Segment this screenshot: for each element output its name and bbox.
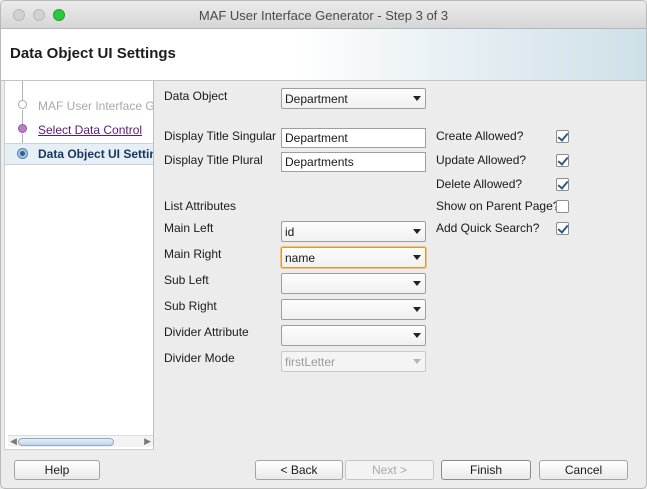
title-bar: MAF User Interface Generator - Step 3 of… (1, 1, 646, 29)
scroll-right-arrow-icon[interactable]: ▶ (144, 436, 151, 447)
update-allowed-label: Update Allowed? (436, 153, 527, 167)
sub-left-select[interactable] (281, 273, 426, 294)
data-object-select[interactable]: Department (281, 88, 426, 109)
main-left-value: id (285, 225, 295, 239)
back-button[interactable]: < Back (255, 460, 343, 480)
main-left-select[interactable]: id (281, 221, 426, 242)
chevron-down-icon (413, 359, 421, 364)
steps-horizontal-scrollbar[interactable]: ◀ ▶ (8, 435, 153, 447)
chevron-down-icon (413, 333, 421, 338)
divider-attribute-select[interactable] (281, 325, 426, 346)
main-left-label: Main Left (164, 221, 214, 235)
display-title-singular-input[interactable]: Department (281, 128, 426, 148)
wizard-window: MAF User Interface Generator - Step 3 of… (0, 0, 647, 489)
show-on-parent-page-label: Show on Parent Page? (436, 199, 560, 213)
step-maf-user-interface-generator[interactable]: MAF User Interface Ge (5, 95, 154, 117)
delete-allowed-checkbox[interactable] (556, 178, 569, 191)
step-node-icon (18, 124, 27, 133)
divider-mode-value: firstLetter (285, 355, 336, 369)
add-quick-search-checkbox[interactable] (556, 222, 569, 235)
cancel-button-label: Cancel (564, 463, 603, 477)
help-button-label: Help (44, 463, 70, 477)
data-object-label: Data Object (164, 89, 228, 103)
chevron-down-icon (413, 307, 421, 312)
divider-attribute-label: Divider Attribute (164, 325, 249, 339)
step-node-icon (18, 100, 27, 109)
step-label: Data Object UI Settin (38, 147, 154, 161)
main-right-label: Main Right (164, 247, 222, 261)
page-header: Data Object UI Settings (1, 29, 646, 81)
finish-button-label: Finish (469, 463, 502, 477)
settings-form: Data Object Department Display Title Sin… (156, 81, 646, 451)
back-button-label: < Back (280, 463, 318, 477)
sub-right-label: Sub Right (164, 299, 217, 313)
display-title-singular-label: Display Title Singular (164, 129, 277, 143)
scrollbar-thumb[interactable] (18, 438, 114, 446)
next-button-label: Next > (371, 463, 407, 477)
create-allowed-label: Create Allowed? (436, 129, 524, 143)
chevron-down-icon (413, 281, 421, 286)
step-data-object-ui-settings[interactable]: Data Object UI Settin (5, 143, 154, 165)
create-allowed-checkbox[interactable] (556, 130, 569, 143)
chevron-down-icon (413, 96, 421, 101)
display-title-plural-input[interactable]: Departments (281, 152, 426, 172)
main-right-select[interactable]: name (281, 247, 426, 268)
list-attributes-heading: List Attributes (164, 199, 237, 213)
window-title: MAF User Interface Generator - Step 3 of… (198, 8, 449, 23)
sub-right-select[interactable] (281, 299, 426, 320)
scroll-left-arrow-icon[interactable]: ◀ (10, 436, 17, 447)
step-label: MAF User Interface Ge (38, 99, 154, 113)
main-right-value: name (285, 251, 316, 265)
step-current-node-icon (17, 148, 28, 159)
add-quick-search-label: Add Quick Search? (436, 221, 540, 235)
update-allowed-checkbox[interactable] (556, 154, 569, 167)
next-button: Next > (345, 460, 434, 480)
chevron-down-icon (413, 229, 421, 234)
step-label: Select Data Control (38, 123, 143, 137)
wizard-steps-panel: MAF User Interface Ge Select Data Contro… (4, 81, 154, 450)
display-title-plural-label: Display Title Plural (164, 153, 263, 167)
cancel-button[interactable]: Cancel (539, 460, 628, 480)
divider-mode-label: Divider Mode (164, 351, 235, 365)
sub-left-label: Sub Left (164, 273, 209, 287)
finish-button[interactable]: Finish (441, 460, 531, 480)
show-on-parent-page-checkbox[interactable] (556, 200, 569, 213)
divider-mode-select: firstLetter (281, 351, 426, 372)
delete-allowed-label: Delete Allowed? (436, 177, 523, 191)
page-title: Data Object UI Settings (10, 45, 176, 62)
help-button[interactable]: Help (14, 460, 100, 480)
chevron-down-icon (413, 255, 421, 260)
data-object-value: Department (285, 92, 348, 106)
step-select-data-control[interactable]: Select Data Control (5, 119, 153, 141)
